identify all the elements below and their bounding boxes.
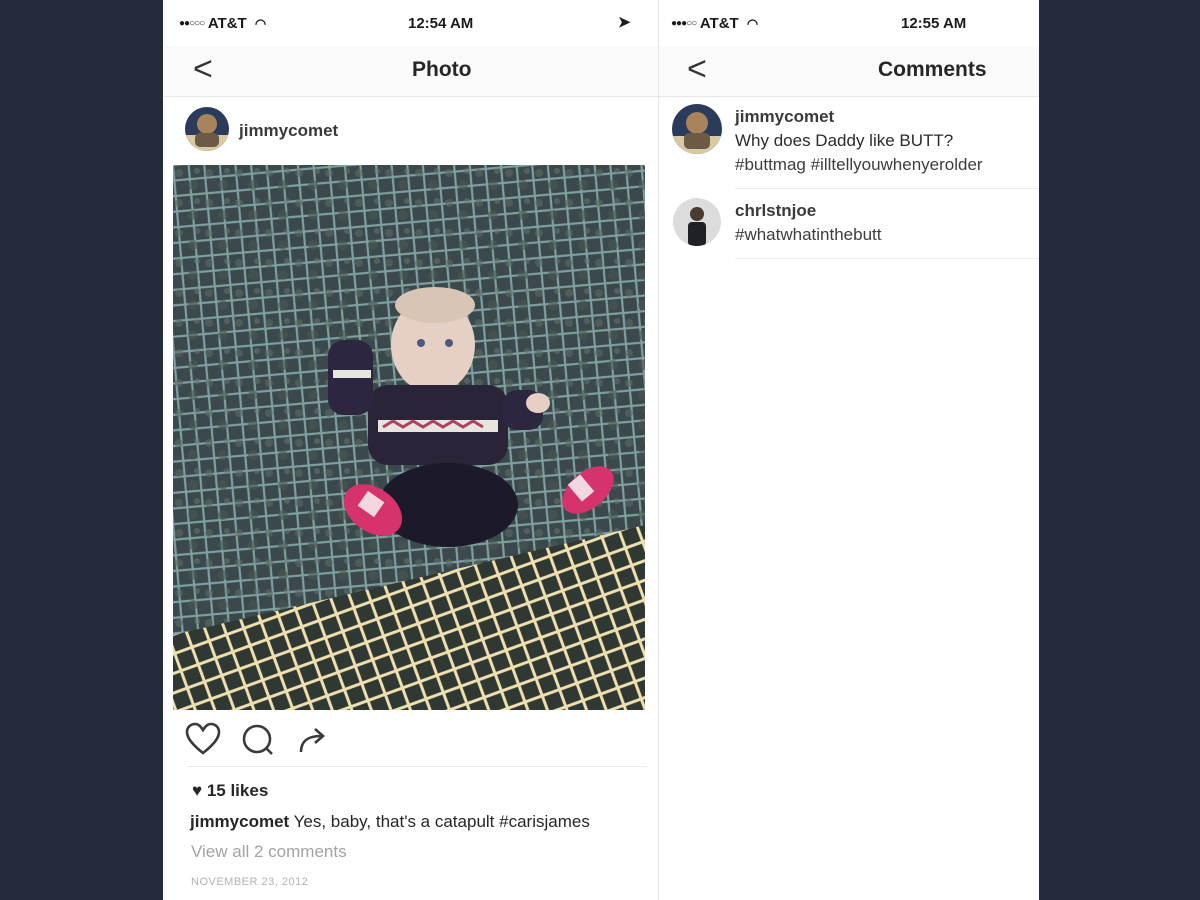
status-time: 12:55 AM	[901, 15, 967, 32]
carrier-text: AT&T	[207, 15, 247, 32]
baby-in-net-image	[173, 165, 645, 710]
nav-bar: < Comments	[659, 46, 1039, 97]
back-button[interactable]: <	[687, 50, 707, 89]
likes-text: 15 likes	[206, 781, 269, 800]
divider	[735, 188, 1039, 189]
view-comments-link[interactable]: View all 2 comments	[191, 842, 347, 862]
signal-icon: ●●○○○	[179, 18, 205, 29]
photo-screen: ●●○○○ AT&T ◠ 12:54 AM ➤ < Photo jimmycom…	[163, 0, 658, 900]
caption-username[interactable]: jimmycomet	[190, 812, 289, 831]
post-date: NOVEMBER 23, 2012	[191, 876, 309, 888]
nav-bar: < Photo	[163, 46, 658, 97]
share-icon[interactable]	[297, 724, 329, 761]
post-username[interactable]: jimmycomet	[239, 121, 338, 141]
wifi-icon: ◠	[254, 16, 267, 31]
location-icon: ➤	[618, 14, 631, 31]
comment-text-line: Why does Daddy like BUTT?	[735, 131, 954, 150]
heart-icon[interactable]	[185, 722, 221, 761]
status-bar: ●●●○○ AT&T ◠ 12:55 AM	[659, 0, 1039, 46]
carrier-text: AT&T	[699, 15, 739, 32]
divider	[735, 258, 1039, 259]
post-photo	[173, 165, 645, 710]
page-title: Comments	[878, 58, 987, 81]
comments-screen: ●●●○○ AT&T ◠ 12:55 AM < Comments jimmyco…	[658, 0, 1039, 900]
carrier-label: ●●●○○ AT&T ◠	[671, 15, 758, 32]
comment-username[interactable]: chrlstnjoe	[735, 201, 816, 221]
divider	[187, 766, 647, 767]
comment-icon[interactable]	[241, 723, 275, 762]
post-caption: jimmycomet Yes, baby, that's a catapult …	[190, 812, 590, 832]
avatar[interactable]	[673, 198, 721, 246]
comment-body: Why does Daddy like BUTT? #buttmag #illt…	[735, 129, 983, 177]
avatar[interactable]	[672, 104, 722, 154]
status-bar: ●●○○○ AT&T ◠ 12:54 AM ➤	[163, 0, 658, 46]
signal-icon: ●●●○○	[671, 18, 697, 29]
status-time: 12:54 AM	[408, 15, 474, 32]
caption-text: Yes, baby, that's a catapult #carisjames	[293, 812, 590, 831]
likes-count[interactable]: ♥ 15 likes	[192, 781, 268, 801]
heart-small-icon: ♥	[192, 781, 203, 800]
wifi-icon: ◠	[746, 16, 759, 31]
comment-hashtags[interactable]: #whatwhatinthebutt	[735, 223, 882, 247]
comment-hashtags[interactable]: #buttmag #illtellyouwhenyerolder	[735, 153, 983, 177]
comment-body: #whatwhatinthebutt	[735, 223, 882, 247]
page-title: Photo	[412, 58, 472, 81]
comment-username[interactable]: jimmycomet	[735, 107, 834, 127]
avatar[interactable]	[185, 107, 229, 151]
carrier-label: ●●○○○ AT&T ◠	[179, 15, 266, 32]
back-button[interactable]: <	[193, 50, 213, 89]
